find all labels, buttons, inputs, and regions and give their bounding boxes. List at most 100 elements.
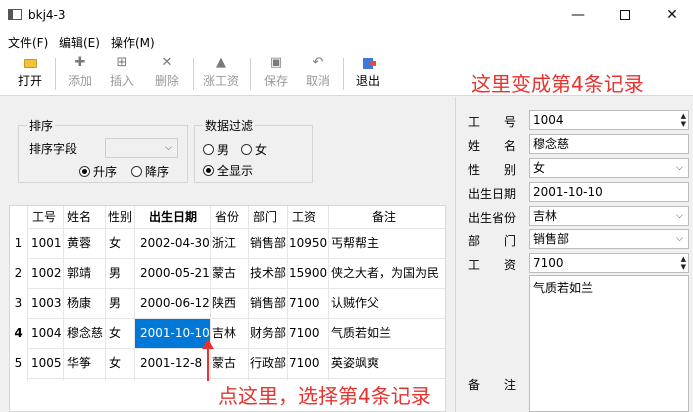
- ascending-label: 升序: [93, 165, 118, 179]
- radio-show-all[interactable]: 全显示: [203, 162, 253, 179]
- add-button[interactable]: ✚ 添加: [59, 54, 101, 94]
- exit-button[interactable]: 退出: [347, 54, 389, 94]
- table-cell[interactable]: 销售部: [250, 228, 286, 258]
- table-cell[interactable]: 1001: [31, 228, 62, 258]
- grid-line: [134, 206, 135, 381]
- table-cell[interactable]: 吉林: [212, 318, 236, 348]
- table-cell[interactable]: 女: [109, 348, 121, 378]
- table-cell[interactable]: 2000-06-12: [140, 288, 210, 318]
- open-button[interactable]: 打开: [9, 54, 51, 94]
- maximize-icon: [620, 10, 630, 20]
- row-header[interactable]: 3: [10, 288, 27, 318]
- gender-combo[interactable]: 女 ⌵: [529, 158, 689, 178]
- table-cell[interactable]: 7100: [289, 288, 320, 318]
- toolbar-separator: [343, 58, 344, 90]
- table-cell[interactable]: 女: [109, 228, 121, 258]
- table-cell[interactable]: 技术部: [250, 258, 286, 288]
- radio-female[interactable]: 女: [241, 141, 267, 158]
- table-cell[interactable]: 陕西: [212, 288, 236, 318]
- table-cell[interactable]: 侠之大者，为国为民: [331, 258, 445, 288]
- table-cell[interactable]: 行政部: [250, 348, 286, 378]
- col-header-gender[interactable]: 性别: [108, 206, 132, 228]
- table-cell[interactable]: 女: [109, 318, 121, 348]
- radio-selected-icon: [79, 166, 90, 177]
- dept-value: 销售部: [533, 232, 570, 246]
- row-header[interactable]: 5: [10, 348, 27, 378]
- table-cell[interactable]: 15900: [289, 258, 327, 288]
- row-header-current[interactable]: 4: [10, 318, 27, 348]
- cancel-button[interactable]: ↶ 取消: [297, 54, 339, 94]
- province-combo[interactable]: 吉林 ⌵: [529, 206, 689, 226]
- table-cell[interactable]: 7100: [289, 348, 320, 378]
- cancel-label: 取消: [305, 74, 330, 88]
- male-label: 男: [217, 143, 230, 157]
- col-header-name[interactable]: 姓名: [67, 206, 91, 228]
- table-cell[interactable]: 2000-05-21: [140, 258, 210, 288]
- table-cell[interactable]: 1002: [31, 258, 62, 288]
- col-header-id[interactable]: 工号: [32, 206, 56, 228]
- spin-arrows-icon[interactable]: ▲ ▼: [681, 255, 686, 271]
- table-cell[interactable]: 1003: [31, 288, 62, 318]
- name-input[interactable]: 穆念慈: [529, 134, 689, 154]
- insert-button[interactable]: ⊞ 插入: [101, 54, 143, 94]
- table-cell-selected[interactable]: 2001-10-10: [140, 318, 210, 348]
- table-cell[interactable]: 7100: [289, 318, 320, 348]
- maximize-button[interactable]: [610, 4, 640, 26]
- raise-salary-button[interactable]: ▲ 涨工资: [197, 54, 245, 94]
- row-header[interactable]: 2: [10, 258, 27, 288]
- toolbar-separator: [193, 58, 194, 90]
- radio-male[interactable]: 男: [203, 141, 229, 158]
- menu-operate[interactable]: 操作(M): [111, 34, 155, 51]
- delete-x-icon: ✕: [161, 55, 173, 70]
- table-cell[interactable]: 华筝: [67, 348, 91, 378]
- id-spinbox[interactable]: 1004 ▲ ▼: [529, 110, 689, 130]
- table-cell[interactable]: 黄蓉: [67, 228, 91, 258]
- table-cell[interactable]: 10950: [289, 228, 327, 258]
- grid-line: [27, 206, 28, 381]
- col-header-salary[interactable]: 工资: [292, 206, 316, 228]
- table-cell[interactable]: 穆念慈: [67, 318, 103, 348]
- table-cell[interactable]: 2002-04-30: [140, 228, 210, 258]
- sort-field-combo[interactable]: ⌵: [105, 138, 178, 158]
- raise-salary-label: 涨工资: [202, 74, 239, 88]
- table-cell[interactable]: 杨康: [67, 288, 91, 318]
- table-cell[interactable]: 认贼作父: [331, 288, 445, 318]
- table-cell[interactable]: 男: [109, 288, 121, 318]
- radio-ascending[interactable]: 升序: [79, 163, 117, 180]
- name-value: 穆念慈: [533, 137, 570, 151]
- table-cell[interactable]: 蒙古: [212, 348, 236, 378]
- table-cell[interactable]: 郭靖: [67, 258, 91, 288]
- table-cell[interactable]: 财务部: [250, 318, 286, 348]
- exit-label: 退出: [355, 74, 380, 88]
- table-cell[interactable]: 销售部: [250, 288, 286, 318]
- save-button[interactable]: ▣ 保存: [255, 54, 297, 94]
- salary-spinbox[interactable]: 7100 ▲ ▼: [529, 253, 689, 273]
- col-header-province[interactable]: 省份: [215, 206, 239, 228]
- table-cell[interactable]: 蒙古: [212, 258, 236, 288]
- table-cell[interactable]: 气质若如兰: [331, 318, 445, 348]
- memo-textarea[interactable]: 气质若如兰: [529, 275, 689, 412]
- spin-arrows-icon[interactable]: ▲ ▼: [681, 112, 686, 128]
- table-cell[interactable]: 丐帮帮主: [331, 228, 445, 258]
- radio-descending[interactable]: 降序: [131, 163, 169, 180]
- table-cell[interactable]: 英姿飒爽: [331, 348, 445, 378]
- col-header-memo[interactable]: 备注: [372, 206, 396, 228]
- table-cell[interactable]: 2001-12-8: [140, 348, 202, 378]
- table-cell[interactable]: 1004: [31, 318, 62, 348]
- table-cell[interactable]: 浙江: [212, 228, 236, 258]
- col-header-birthdate[interactable]: 出生日期: [149, 206, 197, 228]
- dept-combo[interactable]: 销售部 ⌵: [529, 229, 689, 249]
- col-header-dept[interactable]: 部门: [253, 206, 277, 228]
- toolbar-separator: [55, 58, 56, 90]
- radio-unselected-icon: [203, 144, 214, 155]
- menu-edit[interactable]: 编辑(E): [59, 34, 100, 51]
- delete-button[interactable]: ✕ 删除: [146, 54, 188, 94]
- grid-line: [63, 206, 64, 381]
- row-header[interactable]: 1: [10, 228, 27, 258]
- menu-file[interactable]: 文件(F): [8, 34, 48, 51]
- close-button[interactable]: ✕: [657, 4, 687, 26]
- table-cell[interactable]: 1005: [31, 348, 62, 378]
- birthdate-input[interactable]: 2001-10-10: [529, 182, 689, 202]
- minimize-button[interactable]: —: [563, 4, 593, 26]
- table-cell[interactable]: 男: [109, 258, 121, 288]
